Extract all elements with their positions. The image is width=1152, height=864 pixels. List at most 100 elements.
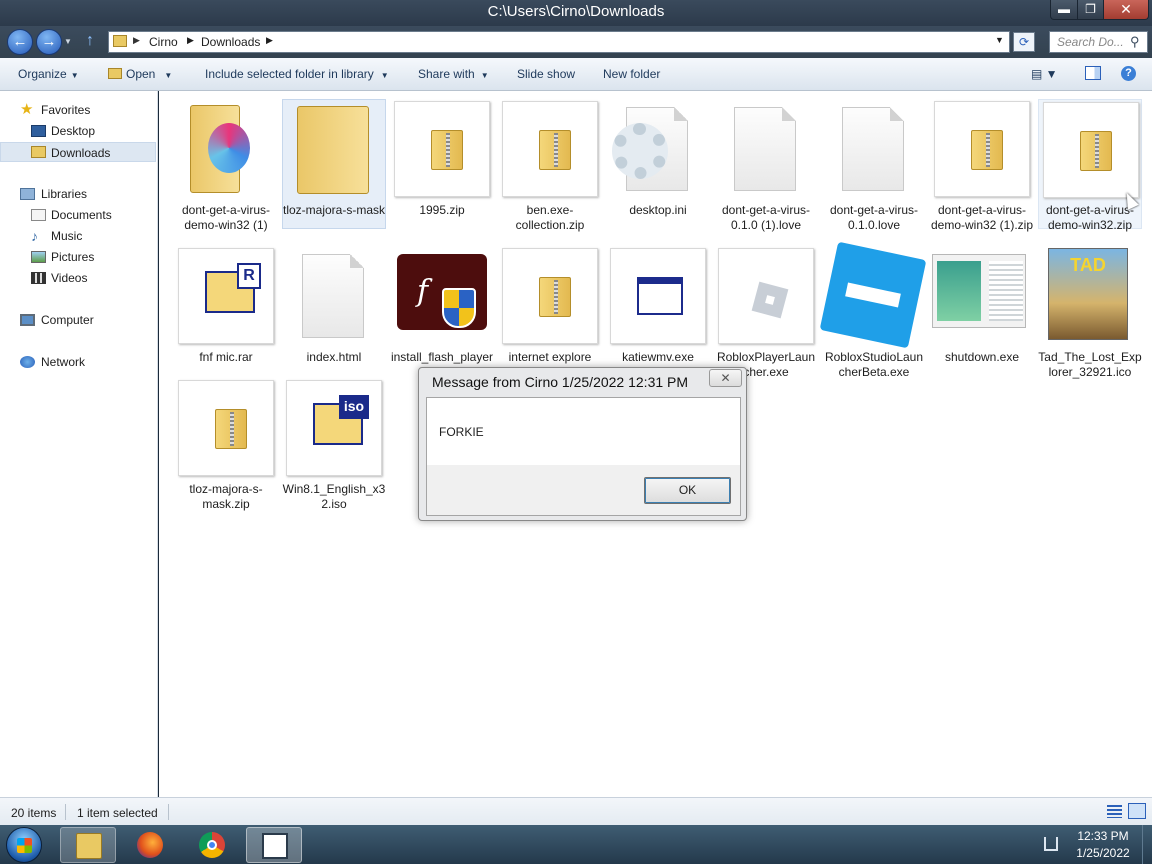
windows-logo-icon bbox=[17, 838, 32, 853]
taskbar-firefox[interactable] bbox=[122, 827, 178, 863]
breadcrumb-cirno[interactable]: Cirno bbox=[149, 35, 178, 49]
organize-menu[interactable]: Organize ▼ bbox=[18, 67, 79, 81]
nav-libraries[interactable]: Libraries bbox=[0, 184, 156, 204]
clock-time[interactable]: 12:33 PM bbox=[1070, 829, 1136, 843]
nav-downloads[interactable]: Downloads bbox=[0, 142, 156, 162]
network-tray-icon[interactable] bbox=[1044, 837, 1058, 851]
large-icons-view-icon[interactable] bbox=[1128, 803, 1146, 819]
thumbnail bbox=[714, 246, 818, 344]
slide-show-button[interactable]: Slide show bbox=[517, 67, 575, 81]
chevron-down-icon: ▼ bbox=[164, 71, 173, 80]
open-menu[interactable]: Open ▼ bbox=[108, 67, 172, 81]
thumbnail: iso bbox=[282, 378, 386, 476]
taskbar-explorer[interactable] bbox=[60, 827, 116, 863]
ok-button[interactable]: OK bbox=[644, 477, 731, 504]
roblox-hole bbox=[765, 295, 775, 305]
share-with-menu[interactable]: Share with ▼ bbox=[418, 67, 489, 81]
chrome-center bbox=[207, 840, 217, 850]
breadcrumb-separator[interactable]: ▶ bbox=[266, 35, 273, 46]
search-input[interactable]: Search Do... ⚲ bbox=[1049, 31, 1148, 53]
up-button[interactable]: ↑ bbox=[86, 32, 94, 50]
help-icon[interactable]: ? bbox=[1121, 66, 1136, 81]
address-dropdown-icon[interactable]: ▼ bbox=[995, 35, 1004, 45]
nav-videos[interactable]: Videos bbox=[0, 268, 156, 288]
settings-file-icon bbox=[612, 123, 668, 179]
organize-label: Organize bbox=[18, 67, 67, 81]
nav-network[interactable]: Network bbox=[0, 352, 156, 372]
start-button[interactable] bbox=[6, 827, 42, 863]
details-view-icon[interactable] bbox=[1107, 805, 1122, 818]
breadcrumb-separator[interactable]: ▶ bbox=[187, 35, 194, 46]
desktop-icon bbox=[31, 125, 46, 137]
thumbnail-frame bbox=[718, 248, 814, 344]
zipper bbox=[554, 280, 558, 314]
status-bar: 20 items 1 item selected bbox=[0, 797, 1152, 825]
thumbnail-frame: R bbox=[178, 248, 274, 344]
nav-computer[interactable]: Computer bbox=[0, 310, 156, 330]
preview-pane-icon[interactable] bbox=[1085, 66, 1101, 80]
close-button[interactable]: ✕ bbox=[1103, 0, 1149, 20]
zip-folder-icon bbox=[539, 277, 571, 317]
star-icon: ★ bbox=[20, 101, 34, 118]
breadcrumb-downloads[interactable]: Downloads bbox=[201, 35, 260, 49]
chevron-down-icon: ▼ bbox=[380, 71, 389, 80]
file-name: dont-get-a-virus-demo-win32 (1).zip bbox=[930, 203, 1034, 232]
nav-favorites-label: Favorites bbox=[41, 103, 91, 117]
breadcrumb-separator[interactable]: ▶ bbox=[133, 35, 140, 46]
iso-disc-image-icon: iso bbox=[313, 395, 369, 445]
thumbnail-frame bbox=[610, 248, 706, 344]
file-name: ben.exe-collection.zip bbox=[515, 203, 585, 232]
thumbnail: R bbox=[174, 246, 278, 344]
back-button[interactable]: ← bbox=[7, 29, 33, 55]
nav-desktop[interactable]: Desktop bbox=[0, 121, 156, 141]
refresh-button[interactable]: ⟳ bbox=[1013, 32, 1035, 52]
file-name: fnf mic.rar bbox=[199, 350, 253, 364]
nav-documents[interactable]: Documents bbox=[0, 205, 156, 225]
thumbnail bbox=[498, 246, 602, 344]
zip-folder-icon bbox=[539, 130, 571, 170]
dialog-close-button[interactable]: ✕ bbox=[709, 369, 742, 387]
taskbar-app[interactable] bbox=[246, 827, 302, 863]
nav-music-label: Music bbox=[51, 229, 83, 243]
exe-window-icon bbox=[637, 277, 683, 315]
page-fold bbox=[350, 254, 364, 268]
nav-pictures[interactable]: Pictures bbox=[0, 247, 156, 267]
chrome-icon bbox=[199, 832, 225, 858]
minimize-button[interactable]: ▬ bbox=[1050, 0, 1078, 20]
roblox-studio-icon bbox=[819, 241, 927, 349]
divider bbox=[65, 804, 66, 820]
taskbar-chrome[interactable] bbox=[184, 827, 240, 863]
maximize-button[interactable]: ❐ bbox=[1077, 0, 1104, 20]
network-icon bbox=[20, 356, 35, 368]
zipper bbox=[1095, 134, 1099, 168]
firefox-icon bbox=[137, 832, 163, 858]
window-title: C:\Users\Cirno\Downloads bbox=[487, 3, 665, 20]
new-folder-button[interactable]: New folder bbox=[603, 67, 660, 81]
open-label: Open bbox=[126, 67, 156, 81]
pictures-icon bbox=[31, 251, 46, 263]
address-bar[interactable]: ▶ Cirno ▶ Downloads ▶ ▼ bbox=[108, 31, 1010, 53]
change-view-button[interactable]: ▤ ▼ bbox=[1031, 67, 1058, 81]
include-library-label: Include selected folder in library bbox=[205, 67, 374, 81]
nav-music[interactable]: ♪ Music bbox=[0, 226, 156, 246]
thumbnail bbox=[282, 246, 386, 344]
clock-date[interactable]: 1/25/2022 bbox=[1070, 846, 1136, 860]
explorer-icon bbox=[76, 833, 102, 859]
thumbnail: TAD bbox=[1038, 246, 1142, 344]
file-name: index.html bbox=[306, 350, 362, 364]
rar-letter: R bbox=[237, 263, 261, 289]
nav-favorites[interactable]: ★ Favorites bbox=[0, 100, 156, 120]
message-dialog: Message from Cirno 1/25/2022 12:31 PM ✕ … bbox=[418, 367, 747, 521]
show-desktop-button[interactable] bbox=[1142, 825, 1152, 864]
file-name: desktop.ini bbox=[629, 203, 687, 217]
include-in-library-menu[interactable]: Include selected folder in library ▼ bbox=[205, 67, 389, 81]
search-icon[interactable]: ⚲ bbox=[1130, 34, 1140, 50]
zip-folder-icon bbox=[431, 130, 463, 170]
page-fold bbox=[782, 107, 796, 121]
videos-icon bbox=[31, 272, 46, 284]
page-fold bbox=[890, 107, 904, 121]
thumbnail-frame bbox=[502, 248, 598, 344]
title-bar: C:\Users\Cirno\Downloads ▬ ❐ ✕ bbox=[0, 0, 1152, 26]
forward-button[interactable]: → bbox=[36, 29, 62, 55]
recent-pages-dropdown[interactable]: ▼ bbox=[64, 37, 72, 46]
